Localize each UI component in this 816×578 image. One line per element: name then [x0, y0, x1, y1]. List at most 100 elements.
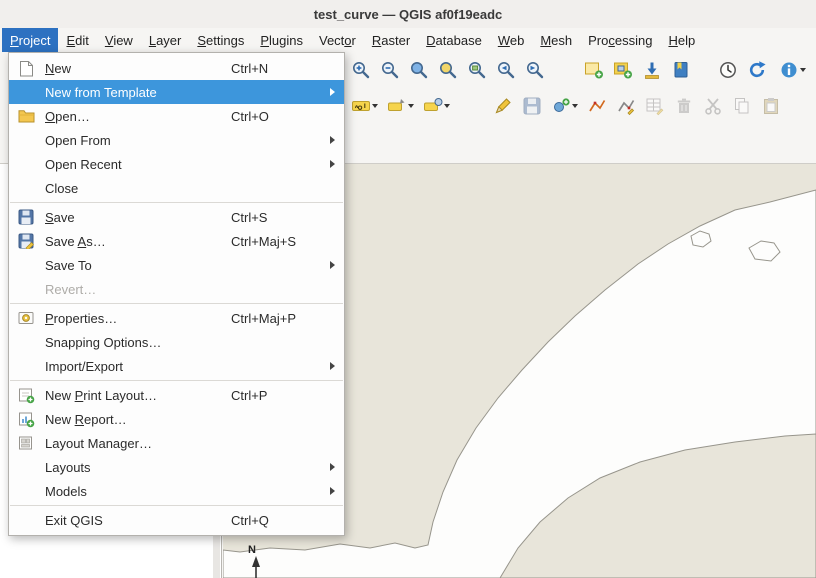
new-3d-map-view-icon [613, 60, 633, 80]
menu-processing[interactable]: Processing [580, 28, 660, 52]
menu-item-shortcut: Ctrl+O [231, 109, 269, 124]
paste-features-button[interactable] [757, 93, 784, 120]
chevron-down-icon [444, 104, 450, 108]
properties-icon [17, 309, 35, 327]
menu-plugins[interactable]: Plugins [252, 28, 311, 52]
menu-item-new-report[interactable]: New Report… [9, 407, 344, 431]
zoom-next-icon [525, 60, 545, 80]
save-as-icon [17, 232, 35, 250]
menu-vector[interactable]: Vector [311, 28, 364, 52]
show-hidden-labels-icon [423, 96, 443, 116]
delete-selected-icon [674, 96, 694, 116]
add-feature-button[interactable] [547, 93, 581, 120]
menu-layer-label: Layer [149, 33, 182, 48]
cut-features-button[interactable] [699, 93, 726, 120]
chevron-down-icon [800, 68, 806, 72]
menu-item-exit-qgis[interactable]: Exit QGIS Ctrl+Q [9, 508, 344, 532]
menu-item-properties[interactable]: Properties… Ctrl+Maj+P [9, 306, 344, 330]
menu-item-new-print-layout[interactable]: New Print Layout… Ctrl+P [9, 383, 344, 407]
menu-help[interactable]: Help [660, 28, 703, 52]
new-print-layout-icon [17, 386, 35, 404]
vertex-tool-icon [616, 96, 636, 116]
new-3d-map-view-button[interactable] [609, 57, 636, 84]
menu-item-open-recent[interactable]: Open Recent [9, 152, 344, 176]
refresh-icon [747, 60, 767, 80]
menu-item-label: Open… [45, 109, 90, 124]
menu-item-label: Revert… [45, 282, 96, 297]
menu-settings-label: Settings [197, 33, 244, 48]
zoom-to-layer-button[interactable] [463, 57, 490, 84]
vertex-tool-button[interactable] [612, 93, 639, 120]
temporal-controller-icon [718, 60, 738, 80]
save-layer-edits-button[interactable] [518, 93, 545, 120]
temporal-controller-button[interactable] [714, 57, 741, 84]
identify-features-button[interactable] [774, 57, 810, 84]
menu-web[interactable]: Web [490, 28, 533, 52]
submenu-arrow-icon [330, 261, 335, 269]
menu-item-label: New from Template [45, 85, 157, 100]
zoom-in-button[interactable] [347, 57, 374, 84]
save-layer-edits-icon [522, 96, 542, 116]
menu-item-models[interactable]: Models [9, 479, 344, 503]
menu-item-shortcut: Ctrl+P [231, 388, 267, 403]
zoom-to-selection-button[interactable] [434, 57, 461, 84]
menu-item-close[interactable]: Close [9, 176, 344, 200]
menu-view[interactable]: View [97, 28, 141, 52]
menu-raster-label: Raster [372, 33, 410, 48]
menu-item-save[interactable]: Save Ctrl+S [9, 205, 344, 229]
labeling-button[interactable] [347, 93, 381, 120]
new-project-icon [17, 59, 35, 77]
menu-processing-label: Processing [588, 33, 652, 48]
menu-item-layout-manager[interactable]: Layout Manager… [9, 431, 344, 455]
menu-item-label: New Print Layout… [45, 388, 157, 403]
menu-project[interactable]: Project [2, 28, 58, 52]
menu-item-save-as[interactable]: Save As… Ctrl+Maj+S [9, 229, 344, 253]
menu-plugins-label: Plugins [260, 33, 303, 48]
delete-selected-button[interactable] [670, 93, 697, 120]
toggle-editing-button[interactable] [489, 93, 516, 120]
menu-database[interactable]: Database [418, 28, 490, 52]
refresh-button[interactable] [743, 57, 770, 84]
menu-item-label: Import/Export [45, 359, 123, 374]
new-map-view-button[interactable] [580, 57, 607, 84]
show-hidden-labels-button[interactable] [419, 93, 453, 120]
zoom-next-button[interactable] [521, 57, 548, 84]
menu-help-label: Help [668, 33, 695, 48]
copy-features-button[interactable] [728, 93, 755, 120]
save-icon [17, 208, 35, 226]
zoom-out-button[interactable] [376, 57, 403, 84]
zoom-last-button[interactable] [492, 57, 519, 84]
add-data-button[interactable] [638, 57, 665, 84]
menu-settings[interactable]: Settings [189, 28, 252, 52]
menu-separator [10, 202, 343, 203]
menu-item-new[interactable]: New Ctrl+N [9, 56, 344, 80]
menu-layer[interactable]: Layer [141, 28, 190, 52]
menu-edit-label: Edit [66, 33, 88, 48]
menu-mesh[interactable]: Mesh [532, 28, 580, 52]
submenu-arrow-icon [330, 88, 335, 96]
menubar: Project Edit View Layer Settings Plugins… [0, 28, 816, 52]
zoom-full-button[interactable] [405, 57, 432, 84]
menu-item-shortcut: Ctrl+S [231, 210, 267, 225]
menu-item-open[interactable]: Open… Ctrl+O [9, 104, 344, 128]
vertex-tool-all-button[interactable] [583, 93, 610, 120]
menu-item-import-export[interactable]: Import/Export [9, 354, 344, 378]
modify-attributes-button[interactable] [641, 93, 668, 120]
menu-item-snapping-options[interactable]: Snapping Options… [9, 330, 344, 354]
project-menu: New Ctrl+N New from Template Open… Ctrl+… [8, 52, 345, 536]
menu-item-open-from[interactable]: Open From [9, 128, 344, 152]
menu-item-new-from-template[interactable]: New from Template [9, 80, 344, 104]
show-bookmarks-button[interactable] [667, 57, 694, 84]
labeling-icon [351, 96, 371, 116]
menu-separator [10, 380, 343, 381]
menu-item-layouts[interactable]: Layouts [9, 455, 344, 479]
menu-edit[interactable]: Edit [58, 28, 96, 52]
menu-item-save-to[interactable]: Save To [9, 253, 344, 277]
zoom-full-icon [409, 60, 429, 80]
layout-manager-icon [17, 434, 35, 452]
menu-raster[interactable]: Raster [364, 28, 418, 52]
menu-item-revert: Revert… [9, 277, 344, 301]
menu-vector-label: Vector [319, 33, 356, 48]
pin-labels-button[interactable] [383, 93, 417, 120]
menu-item-shortcut: Ctrl+N [231, 61, 268, 76]
